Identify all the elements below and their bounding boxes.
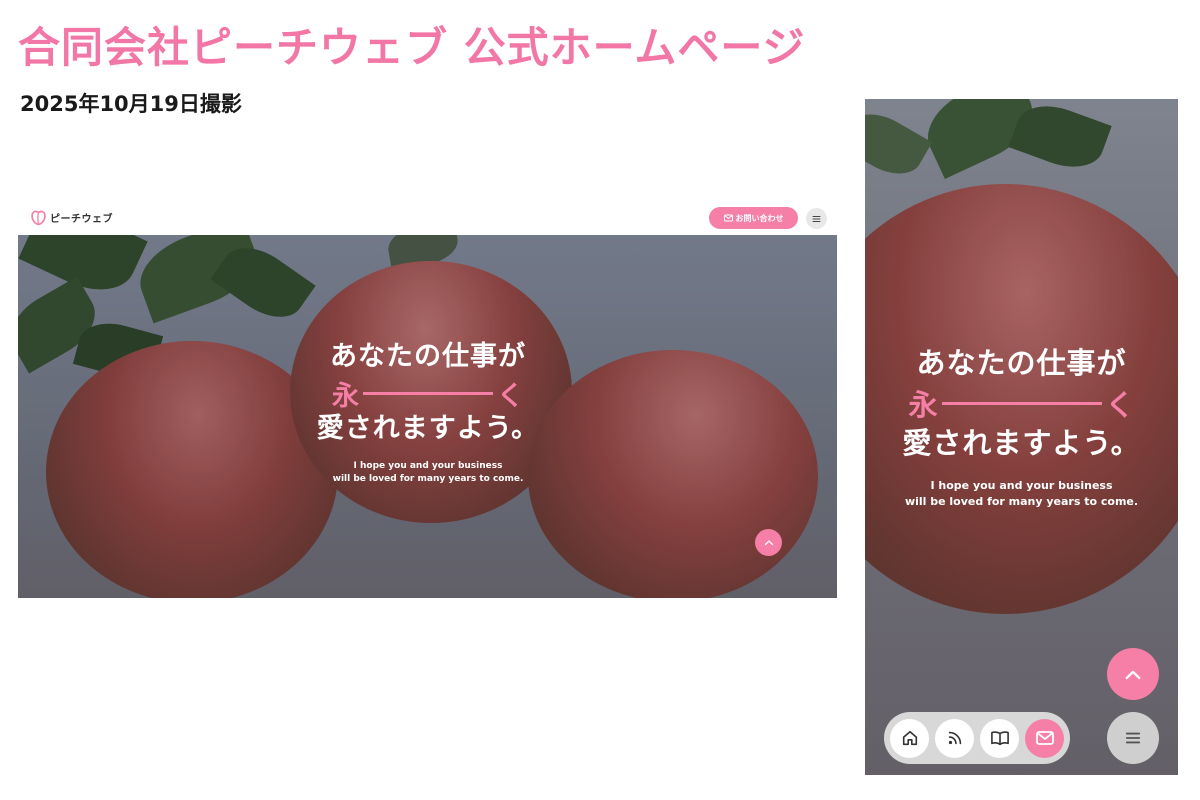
hero-long-bar	[363, 391, 493, 395]
nav-book-button[interactable]	[980, 718, 1019, 758]
hero-english-line-2: will be loved for many years to come.	[332, 474, 524, 484]
page-title: 合同会社ピーチウェブ 公式ホームページ	[18, 23, 806, 72]
menu-button[interactable]	[806, 208, 827, 229]
hero-long-bar	[941, 401, 1102, 405]
menu-button[interactable]	[1107, 712, 1159, 764]
hero-english: I hope you and your business will be lov…	[885, 478, 1158, 510]
hero-line-2-end: く	[497, 380, 524, 412]
site-header: ピーチウェブ お問い合わせ	[18, 200, 837, 235]
chevron-up-icon	[764, 539, 774, 546]
chevron-up-icon	[1124, 669, 1142, 680]
hero-line-2-start: 永	[332, 380, 359, 412]
nav-contact-button[interactable]	[1025, 718, 1064, 758]
hero-english-line-1: I hope you and your business	[353, 461, 503, 471]
capture-date: 2025年10月19日撮影	[20, 92, 242, 116]
contact-button[interactable]: お問い合わせ	[709, 207, 798, 229]
hero-line-2-start: 永	[908, 388, 938, 422]
desktop-screenshot: ピーチウェブ お問い合わせ あなたの仕事が 永 く 愛されますよう。 I hop…	[18, 200, 837, 598]
home-icon	[901, 729, 919, 747]
scroll-top-button[interactable]	[755, 529, 782, 556]
mail-icon	[723, 214, 733, 222]
hero-line-1: あなたの仕事が	[916, 346, 1127, 380]
nav-rss-button[interactable]	[935, 718, 974, 758]
peach-logo-icon	[30, 209, 47, 226]
logo-text: ピーチウェブ	[50, 214, 113, 225]
scroll-top-button[interactable]	[1107, 648, 1159, 700]
hero-english-line-2: will be loved for many years to come.	[904, 495, 1139, 508]
hero-line-3: 愛されますよう。	[902, 426, 1141, 460]
hero-copy: あなたの仕事が 永 く 愛されますよう。 I hope you and your…	[885, 344, 1158, 510]
hero-line-1: あなたの仕事が	[330, 341, 526, 372]
contact-label: お問い合わせ	[735, 213, 784, 223]
site-logo[interactable]: ピーチウェブ	[30, 209, 113, 226]
hero-english: I hope you and your business will be lov…	[298, 460, 558, 486]
menu-icon	[1125, 731, 1141, 745]
hero-line-2: 永 く	[298, 376, 558, 412]
menu-icon	[812, 215, 821, 223]
book-icon	[990, 729, 1010, 747]
rss-icon	[946, 729, 964, 747]
hero-line-3: 愛されますよう。	[316, 413, 540, 444]
hero-line-2: 永 く	[885, 384, 1158, 422]
hero-section: あなたの仕事が 永 く 愛されますよう。 I hope you and your…	[18, 235, 837, 598]
bottom-nav	[884, 712, 1070, 764]
hero-copy: あなたの仕事が 永 く 愛されますよう。 I hope you and your…	[298, 340, 558, 486]
nav-home-button[interactable]	[890, 718, 929, 758]
mail-icon	[1035, 731, 1054, 745]
hero-english-line-1: I hope you and your business	[930, 479, 1113, 492]
hero-line-2-end: く	[1105, 388, 1135, 422]
mobile-screenshot: あなたの仕事が 永 く 愛されますよう。 I hope you and your…	[865, 99, 1178, 775]
